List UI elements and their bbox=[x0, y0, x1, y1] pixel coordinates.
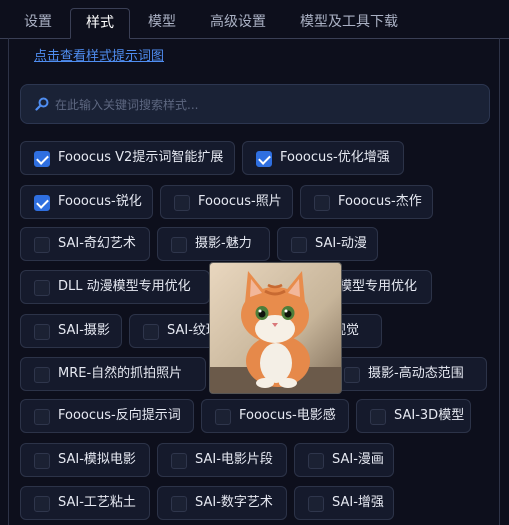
style-chip[interactable]: SAI-奇幻艺术 bbox=[20, 227, 150, 261]
style-chip[interactable]: 摄影-魅力 bbox=[157, 227, 270, 261]
style-label: SAI-漫画 bbox=[332, 452, 384, 467]
style-label: SAI-数字艺术 bbox=[195, 495, 273, 510]
style-checkbox[interactable] bbox=[34, 324, 50, 340]
style-checkbox[interactable] bbox=[143, 324, 159, 340]
style-checkbox[interactable] bbox=[171, 453, 187, 469]
style-chip[interactable]: Fooocus V2提示词智能扩展 bbox=[20, 141, 235, 175]
tab-advanced[interactable]: 高级设置 bbox=[198, 8, 278, 38]
style-checkbox[interactable] bbox=[34, 453, 50, 469]
style-checkbox[interactable] bbox=[34, 409, 50, 425]
style-label: SAI-摄影 bbox=[58, 323, 110, 338]
style-label: SAI-工艺粘土 bbox=[58, 495, 136, 510]
style-chip[interactable]: SAI-3D模型 bbox=[356, 399, 471, 433]
style-checkbox[interactable] bbox=[344, 367, 360, 383]
style-label: DLL 动漫模型专用优化 bbox=[58, 279, 191, 294]
style-help-link[interactable]: 点击查看样式提示词图 bbox=[34, 45, 164, 64]
style-chip[interactable]: SAI-动漫 bbox=[277, 227, 378, 261]
tab-models[interactable]: 模型 bbox=[138, 8, 186, 38]
style-label: Fooocus-电影感 bbox=[239, 408, 336, 423]
style-label: 模型专用优化 bbox=[339, 279, 418, 294]
style-label: 摄影-魅力 bbox=[195, 236, 252, 251]
style-checkbox[interactable] bbox=[34, 151, 50, 167]
style-checkbox[interactable] bbox=[370, 409, 386, 425]
tab-styles[interactable]: 样式 bbox=[70, 8, 130, 39]
style-chip[interactable]: SAI-数字艺术 bbox=[157, 486, 287, 520]
style-label: Fooocus-锐化 bbox=[58, 194, 142, 209]
style-preview-image bbox=[209, 262, 342, 394]
style-chip[interactable]: Fooocus-电影感 bbox=[201, 399, 349, 433]
style-checkbox[interactable] bbox=[34, 237, 50, 253]
tab-settings[interactable]: 设置 bbox=[14, 8, 62, 38]
style-checkbox[interactable] bbox=[308, 496, 324, 512]
style-label: SAI-增强 bbox=[332, 495, 384, 510]
style-chip[interactable]: MRE-自然的抓拍照片 bbox=[20, 357, 206, 391]
style-checkbox[interactable] bbox=[174, 195, 190, 211]
tab-bar: 设置 样式 模型 高级设置 模型及工具下载 bbox=[0, 0, 509, 39]
style-chip[interactable]: DLL 动漫模型专用优化 bbox=[20, 270, 210, 304]
style-checkbox[interactable] bbox=[34, 195, 50, 211]
style-chip[interactable]: 摄影-高动态范围 bbox=[330, 357, 487, 391]
style-label: SAI-奇幻艺术 bbox=[58, 236, 136, 251]
style-label: SAI-电影片段 bbox=[195, 452, 273, 467]
style-chip[interactable]: SAI-摄影 bbox=[20, 314, 122, 348]
style-chip[interactable]: Fooocus-照片 bbox=[160, 185, 293, 219]
style-label: Fooocus-杰作 bbox=[338, 194, 422, 209]
style-label: MRE-自然的抓拍照片 bbox=[58, 366, 183, 381]
style-chip[interactable]: SAI-纹理 bbox=[129, 314, 219, 348]
style-chip[interactable]: SAI-增强 bbox=[294, 486, 394, 520]
style-chip[interactable]: SAI-模拟电影 bbox=[20, 443, 150, 477]
style-chip[interactable]: Fooocus-反向提示词 bbox=[20, 399, 194, 433]
tab-downloads[interactable]: 模型及工具下载 bbox=[290, 8, 408, 38]
style-label: Fooocus-反向提示词 bbox=[58, 408, 181, 423]
style-checkbox[interactable] bbox=[171, 496, 187, 512]
style-checkbox[interactable] bbox=[256, 151, 272, 167]
style-chip[interactable]: Fooocus-锐化 bbox=[20, 185, 153, 219]
style-checkbox[interactable] bbox=[308, 453, 324, 469]
style-chip[interactable]: Fooocus-杰作 bbox=[300, 185, 433, 219]
style-chip[interactable]: Fooocus-优化增强 bbox=[242, 141, 404, 175]
style-checkbox[interactable] bbox=[171, 237, 187, 253]
style-checkbox[interactable] bbox=[34, 367, 50, 383]
style-chip[interactable]: SAI-工艺粘土 bbox=[20, 486, 150, 520]
search-icon bbox=[35, 97, 49, 111]
style-checkbox[interactable] bbox=[314, 195, 330, 211]
style-search-box bbox=[20, 84, 490, 125]
style-checkbox[interactable] bbox=[34, 496, 50, 512]
style-chip[interactable]: SAI-漫画 bbox=[294, 443, 394, 477]
style-label: SAI-动漫 bbox=[315, 236, 367, 251]
style-label: SAI-模拟电影 bbox=[58, 452, 136, 467]
style-label: Fooocus-照片 bbox=[198, 194, 282, 209]
style-checkbox[interactable] bbox=[215, 409, 231, 425]
style-search-input[interactable] bbox=[53, 85, 477, 125]
cat-image bbox=[210, 263, 341, 393]
style-label: Fooocus V2提示词智能扩展 bbox=[58, 150, 224, 165]
style-checkbox[interactable] bbox=[291, 237, 307, 253]
style-checkbox[interactable] bbox=[34, 280, 50, 296]
style-chip[interactable]: SAI-电影片段 bbox=[157, 443, 287, 477]
style-label: Fooocus-优化增强 bbox=[280, 150, 390, 165]
style-label: 摄影-高动态范围 bbox=[368, 366, 464, 381]
style-label: SAI-3D模型 bbox=[394, 408, 465, 423]
